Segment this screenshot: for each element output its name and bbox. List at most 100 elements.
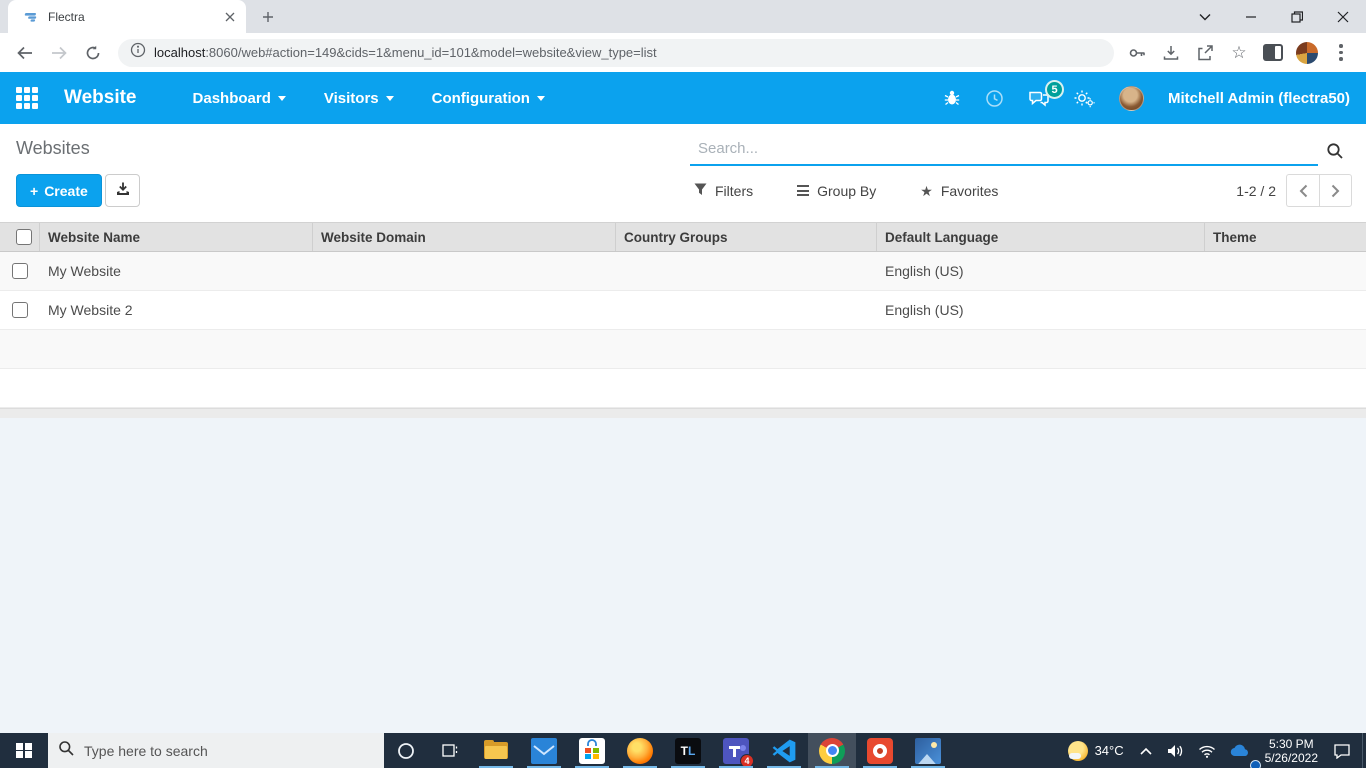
control-panel-buttons: + Create Filters Group By ★ Favorites 1-… [0, 174, 1366, 208]
taskbar-teams[interactable]: 4 [712, 733, 760, 768]
cortana-button[interactable] [384, 733, 428, 768]
menu-dashboard[interactable]: Dashboard [193, 90, 286, 107]
user-avatar[interactable] [1119, 85, 1145, 111]
browser-tab[interactable]: Flectra [8, 0, 246, 33]
taskbar-search[interactable] [48, 733, 384, 768]
table-row[interactable]: My Website 2 English (US) [0, 291, 1366, 330]
row-checkbox[interactable] [12, 302, 28, 318]
weather-widget[interactable]: 34°C [1060, 740, 1132, 761]
taskbar-search-icon [58, 740, 74, 761]
weather-sun-icon [1067, 740, 1088, 761]
search-bar [690, 134, 1352, 166]
side-panel-icon[interactable] [1260, 40, 1286, 66]
taskbar-search-input[interactable] [84, 742, 374, 759]
select-all-cell [0, 223, 40, 251]
menu-visitors[interactable]: Visitors [324, 90, 394, 107]
filters-button[interactable]: Filters [694, 183, 753, 199]
show-desktop-button[interactable] [1362, 733, 1366, 768]
user-name[interactable]: Mitchell Admin (flectra50) [1168, 90, 1350, 107]
row-checkbox-cell [0, 291, 40, 329]
pager-next-button[interactable] [1319, 174, 1352, 207]
volume-icon[interactable] [1160, 733, 1191, 768]
new-tab-button[interactable] [254, 3, 282, 31]
search-input[interactable] [690, 136, 1318, 166]
taskbar-firefox[interactable] [616, 733, 664, 768]
forward-icon[interactable] [45, 39, 73, 67]
taskbar-office[interactable] [856, 733, 904, 768]
export-button[interactable] [105, 174, 140, 207]
search-icon[interactable] [1318, 136, 1352, 166]
bookmark-star-icon[interactable]: ☆ [1226, 40, 1252, 66]
column-default-language[interactable]: Default Language [877, 223, 1205, 251]
column-country-groups[interactable]: Country Groups [616, 223, 877, 251]
settings-gears-icon[interactable] [1074, 89, 1095, 108]
pager-previous-button[interactable] [1286, 174, 1319, 207]
tab-search-chevron-icon[interactable] [1182, 0, 1228, 33]
wifi-icon[interactable] [1191, 733, 1223, 768]
table-row[interactable]: My Website English (US) [0, 252, 1366, 291]
temperature: 34°C [1094, 743, 1124, 758]
plus-icon: + [30, 182, 39, 199]
task-view-button[interactable] [428, 733, 472, 768]
start-button[interactable] [0, 733, 48, 768]
favorites-button[interactable]: ★ Favorites [920, 183, 998, 199]
taskbar-clock[interactable]: 5:30 PM 5/26/2022 [1257, 737, 1326, 765]
taskbar-microsoft-store[interactable] [568, 733, 616, 768]
restore-button[interactable] [1274, 0, 1320, 33]
funnel-icon [694, 183, 707, 199]
taskbar-vscode[interactable] [760, 733, 808, 768]
browser-menu-icon[interactable] [1328, 40, 1354, 66]
create-button[interactable]: + Create [16, 174, 102, 207]
windows-taskbar: TL 4 [0, 733, 1366, 768]
page-info-icon[interactable] [130, 42, 146, 63]
hidden-icons-chevron[interactable] [1132, 733, 1160, 768]
column-website-name[interactable]: Website Name [40, 223, 313, 251]
empty-row [0, 369, 1366, 408]
cell-website-name[interactable]: My Website 2 [40, 302, 313, 318]
debug-bug-icon[interactable] [943, 89, 961, 107]
action-center-icon[interactable] [1326, 733, 1358, 768]
menu-configuration[interactable]: Configuration [432, 90, 545, 107]
favorite-star-icon: ★ [920, 182, 933, 199]
taskbar-file-explorer[interactable] [472, 733, 520, 768]
url-text: localhost:8060/web#action=149&cids=1&men… [154, 45, 657, 60]
browser-toolbar: localhost:8060/web#action=149&cids=1&men… [0, 33, 1366, 72]
app-bar: Website Dashboard Visitors Configuration… [0, 72, 1366, 124]
select-all-checkbox[interactable] [15, 229, 32, 245]
address-bar[interactable]: localhost:8060/web#action=149&cids=1&men… [118, 38, 1114, 67]
app-name[interactable]: Website [64, 87, 137, 109]
cell-default-language[interactable]: English (US) [877, 263, 1205, 279]
group-by-button[interactable]: Group By [797, 183, 876, 199]
cell-website-name[interactable]: My Website [40, 263, 313, 279]
activity-clock-icon[interactable] [985, 89, 1004, 108]
messages-icon[interactable]: 5 [1028, 80, 1065, 107]
browser-profile-avatar[interactable] [1294, 40, 1320, 66]
tab-close-icon[interactable] [222, 9, 238, 25]
empty-row [0, 330, 1366, 369]
taskbar-chrome[interactable] [808, 733, 856, 768]
taskbar-tl-app[interactable]: TL [664, 733, 712, 768]
onedrive-icon[interactable] [1223, 733, 1261, 768]
cell-default-language[interactable]: English (US) [877, 302, 1205, 318]
apps-grid-icon[interactable] [16, 87, 38, 109]
download-icon [115, 181, 131, 200]
url-host: localhost [154, 45, 206, 60]
close-window-button[interactable] [1320, 0, 1366, 33]
install-icon[interactable] [1158, 40, 1184, 66]
minimize-button[interactable] [1228, 0, 1274, 33]
taskbar-mail[interactable] [520, 733, 568, 768]
menu-configuration-label: Configuration [431, 89, 530, 107]
onedrive-sync-badge [1249, 760, 1261, 768]
row-checkbox[interactable] [12, 263, 28, 279]
password-key-icon[interactable] [1124, 40, 1150, 66]
websites-list: Website Name Website Domain Country Grou… [0, 222, 1366, 408]
window-controls [1182, 0, 1366, 33]
flectra-favicon-icon [24, 9, 40, 25]
column-theme[interactable]: Theme [1205, 223, 1366, 251]
column-website-domain[interactable]: Website Domain [313, 223, 616, 251]
control-panel: Websites + Create [0, 124, 1366, 222]
taskbar-photos[interactable] [904, 733, 952, 768]
share-icon[interactable] [1192, 40, 1218, 66]
back-icon[interactable] [11, 39, 39, 67]
reload-icon[interactable] [79, 39, 107, 67]
